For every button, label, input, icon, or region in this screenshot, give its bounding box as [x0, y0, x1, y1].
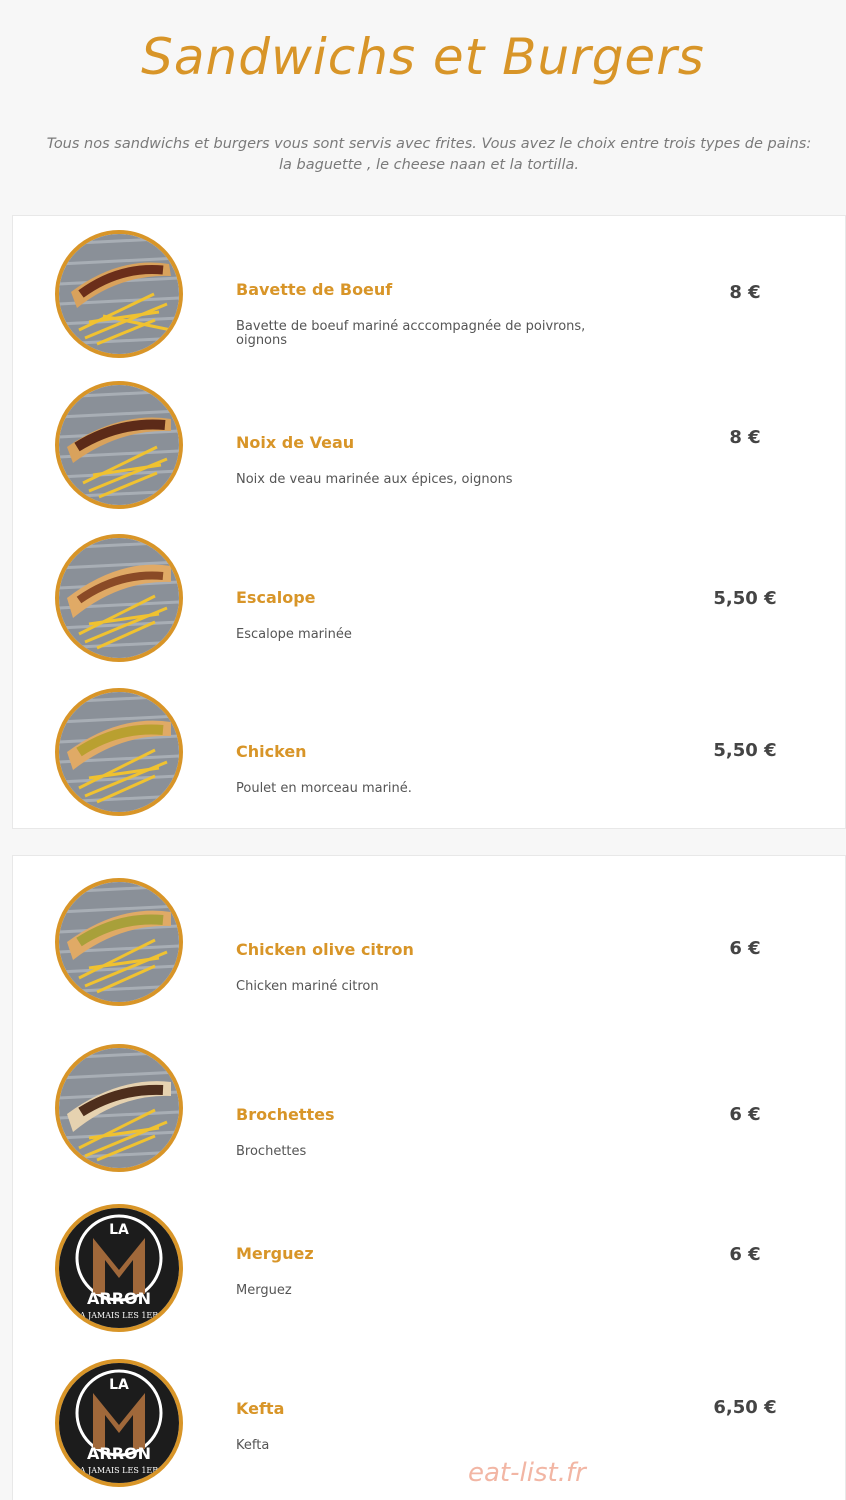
sandwich-fries-photo	[55, 1044, 183, 1172]
item-price: 6,50 €	[713, 1397, 777, 1418]
item-name: Merguez	[236, 1244, 314, 1263]
item-name: Kefta	[236, 1399, 285, 1418]
intro-line-1: Tous nos sandwichs et burgers vous sont …	[46, 136, 812, 152]
sandwich-fries-photo	[55, 878, 183, 1006]
page-title: Sandwichs et Burgers	[141, 28, 705, 86]
watermark: eat-list.fr	[468, 1458, 586, 1488]
item-name: Chicken	[236, 742, 307, 761]
item-price: 5,50 €	[713, 588, 777, 609]
item-description: Brochettes	[236, 1144, 307, 1159]
item-price: 6 €	[729, 938, 761, 959]
svg-text:A JAMAIS LES 1ER: A JAMAIS LES 1ER	[79, 1466, 160, 1475]
menu-panel-2: Chicken olive citron Chicken mariné citr…	[12, 855, 846, 1500]
la-marron-logo: LA ARRON A JAMAIS LES 1ER	[55, 1204, 183, 1332]
sandwich-fries-photo	[55, 534, 183, 662]
item-name: Bavette de Boeuf	[236, 280, 393, 299]
svg-text:LA: LA	[109, 1377, 129, 1393]
item-price: 5,50 €	[713, 740, 777, 761]
svg-text:ARRON: ARRON	[87, 1444, 151, 1463]
sandwich-fries-photo	[55, 688, 183, 816]
item-description: Kefta	[236, 1438, 270, 1453]
svg-text:A JAMAIS LES 1ER: A JAMAIS LES 1ER	[79, 1311, 160, 1320]
item-name: Escalope	[236, 588, 316, 607]
item-name: Noix de Veau	[236, 433, 355, 452]
item-price: 8 €	[729, 282, 761, 303]
la-marron-logo: LA ARRON A JAMAIS LES 1ER	[55, 1359, 183, 1487]
svg-text:LA: LA	[109, 1222, 129, 1238]
item-description: Bavette de boeuf mariné acccompagnée de …	[236, 319, 586, 348]
item-description: Merguez	[236, 1283, 292, 1298]
sandwich-fries-photo	[55, 381, 183, 509]
item-description: Chicken mariné citron	[236, 979, 379, 994]
item-price: 6 €	[729, 1104, 761, 1125]
svg-text:ARRON: ARRON	[87, 1289, 151, 1308]
item-name: Chicken olive citron	[236, 940, 414, 959]
item-description: Escalope marinée	[236, 627, 352, 642]
item-price: 8 €	[729, 427, 761, 448]
item-description: Noix de veau marinée aux épices, oignons	[236, 472, 513, 487]
item-name: Brochettes	[236, 1105, 335, 1124]
intro-line-2: la baguette , le cheese naan et la torti…	[279, 157, 579, 173]
intro-text: Tous nos sandwichs et burgers vous sont …	[12, 134, 846, 176]
sandwich-fries-photo	[55, 230, 183, 358]
item-price: 6 €	[729, 1244, 761, 1265]
item-description: Poulet en morceau mariné.	[236, 781, 412, 796]
menu-panel-1: Bavette de Boeuf Bavette de boeuf mariné…	[12, 215, 846, 829]
